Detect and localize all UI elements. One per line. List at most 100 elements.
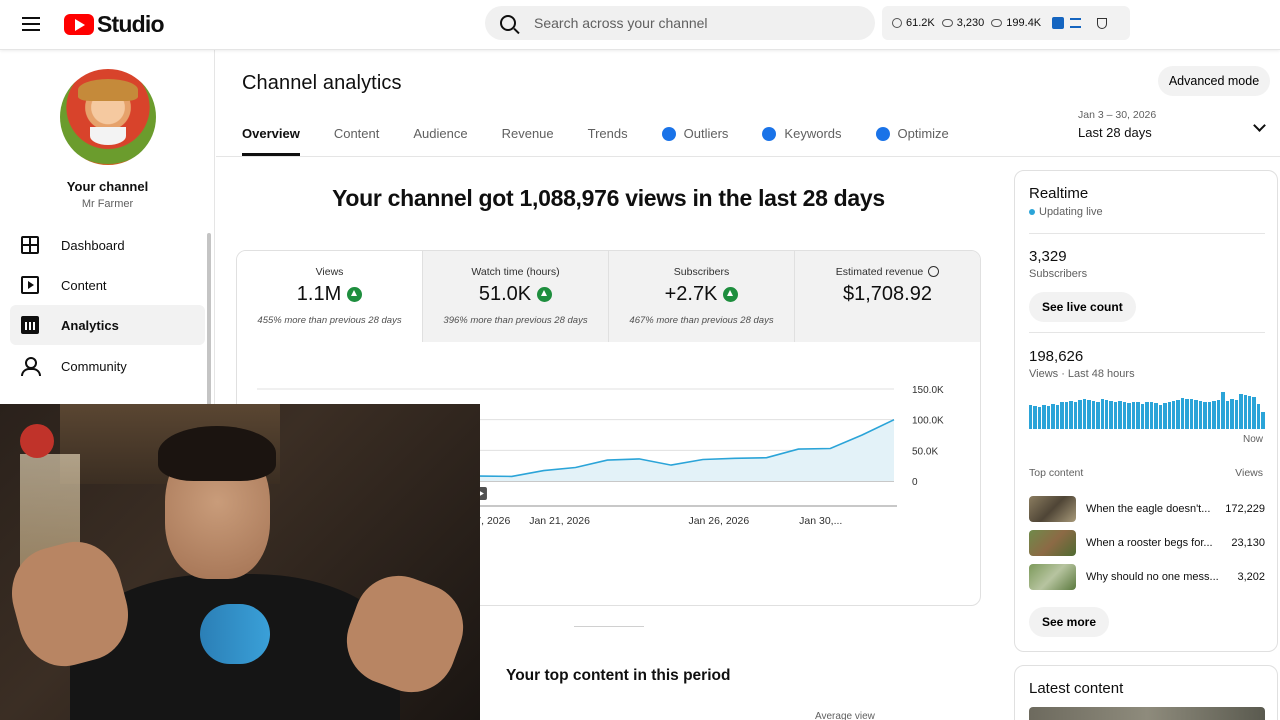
metric-revenue[interactable]: Estimated revenue $1,708.92 [794, 251, 980, 342]
top-content-label: Top content [1029, 467, 1084, 479]
tab-audience[interactable]: Audience [413, 126, 467, 156]
realtime-bar [1154, 403, 1158, 429]
top-content-row[interactable]: When a rooster begs for... 23,130 [1029, 530, 1265, 556]
tab-overview[interactable]: Overview [242, 126, 300, 156]
top-content-row[interactable]: Why should no one mess... 3,202 [1029, 564, 1265, 590]
header-divider [216, 156, 1280, 157]
realtime-bar [1064, 401, 1069, 429]
sidebar-item-community[interactable]: Community [10, 346, 205, 386]
realtime-bar [1140, 403, 1145, 429]
date-range-label: Last 28 days [1078, 125, 1152, 140]
realtime-bar [1167, 401, 1171, 429]
realtime-bar [1046, 406, 1051, 429]
average-view-header: Average view [815, 711, 875, 720]
realtime-bar [1243, 394, 1247, 429]
y-tick-label: 100.0K [912, 416, 944, 427]
sidebar-item-content[interactable]: Content [10, 265, 205, 305]
top-content-heading: Your top content in this period [506, 667, 731, 684]
latest-content-panel: Latest content [1014, 665, 1278, 720]
menu-icon[interactable] [22, 14, 42, 34]
see-live-count-button[interactable]: See live count [1029, 292, 1136, 322]
tab-content[interactable]: Content [334, 126, 380, 156]
realtime-bar [1163, 403, 1167, 429]
metric-value: +2.7K [664, 283, 718, 305]
vidiq-icon[interactable] [1052, 17, 1065, 29]
realtime-bar [1230, 398, 1234, 429]
vidiq-badge-icon [875, 127, 890, 141]
realtime-bar [1145, 402, 1149, 429]
realtime-title: Realtime [1029, 185, 1089, 202]
realtime-bar [1180, 397, 1185, 429]
clock-icon [892, 18, 902, 28]
realtime-bar [1096, 401, 1100, 429]
latest-video-thumbnail[interactable] [1029, 707, 1265, 720]
tab-optimize[interactable]: Optimize [875, 126, 949, 156]
see-more-button[interactable]: See more [1029, 607, 1110, 637]
background-red-object [20, 424, 54, 458]
stat-subs: 3,230 [956, 17, 985, 29]
realtime-views-value: 198,626 [1029, 348, 1084, 365]
tab-trends[interactable]: Trends [588, 126, 628, 156]
channel-avatar[interactable] [60, 69, 156, 165]
realtime-bar [1158, 404, 1163, 429]
extension-menu-icon[interactable] [1070, 18, 1082, 28]
search-icon [500, 15, 516, 31]
realtime-bar [1261, 411, 1265, 429]
realtime-bar [1055, 404, 1060, 429]
sidebar-item-dashboard[interactable]: Dashboard [10, 225, 205, 265]
realtime-bar [1212, 400, 1216, 429]
dashboard-icon [21, 236, 39, 254]
tab-outliers[interactable]: Outliers [661, 126, 728, 156]
content-icon [21, 276, 39, 294]
sidebar-item-label: Content [61, 277, 107, 293]
tab-keywords[interactable]: Keywords [762, 126, 842, 156]
realtime-views-label: Views · Last 48 hours [1029, 368, 1135, 380]
realtime-live-label: Updating live [1039, 206, 1103, 218]
stat-watch: 61.2K [906, 17, 935, 29]
realtime-bar [1149, 401, 1154, 429]
realtime-views-bars[interactable] [1029, 391, 1265, 429]
video-views: 172,229 [1225, 503, 1265, 515]
realtime-bar [1221, 391, 1225, 429]
y-tick-label: 0 [912, 477, 918, 488]
sidebar-item-label: Dashboard [61, 237, 125, 253]
realtime-bar [1122, 401, 1127, 429]
metric-label: Watch time (hours) [471, 266, 560, 278]
realtime-bar [1207, 401, 1212, 429]
realtime-bar [1225, 400, 1230, 429]
realtime-bar [1082, 399, 1087, 429]
metric-note: 455% more than previous 28 days [257, 315, 402, 326]
advanced-mode-button[interactable]: Advanced mode [1158, 66, 1270, 96]
trophy-icon[interactable] [1097, 17, 1108, 29]
metric-watch-time[interactable]: Watch time (hours) 51.0K 396% more than … [422, 251, 608, 342]
clock-icon [928, 266, 940, 277]
sidebar-item-label: Community [61, 358, 127, 374]
video-views: 3,202 [1237, 571, 1265, 583]
eye-icon [991, 19, 1003, 27]
analytics-icon [21, 316, 39, 334]
logo-text: Studio [97, 11, 165, 37]
x-tick-label: Jan 30,... [799, 515, 842, 527]
y-tick-label: 50.0K [912, 446, 938, 457]
realtime-bar [1189, 399, 1194, 429]
realtime-bar [1176, 400, 1180, 429]
search-input[interactable]: Search across your channel [485, 6, 875, 40]
metric-value: 1.1M [296, 283, 342, 305]
top-bar: Studio Search across your channel 61.2K … [0, 0, 1280, 50]
realtime-bar [1203, 402, 1207, 429]
metric-note: 396% more than previous 28 days [443, 315, 588, 326]
realtime-bar [1198, 400, 1203, 429]
metric-views[interactable]: Views 1.1M 455% more than previous 28 da… [237, 251, 422, 342]
sidebar-item-analytics[interactable]: Analytics [10, 305, 205, 345]
studio-logo[interactable]: Studio [64, 11, 165, 38]
top-content-row[interactable]: When the eagle doesn't... 172,229 [1029, 496, 1265, 522]
video-thumbnail [1029, 496, 1076, 522]
metric-subscribers[interactable]: Subscribers +2.7K 467% more than previou… [608, 251, 794, 342]
latest-content-title: Latest content [1029, 680, 1124, 697]
realtime-bar [1136, 402, 1140, 429]
realtime-bar [1029, 405, 1033, 429]
metric-value: 51.0K [478, 283, 532, 305]
tab-revenue[interactable]: Revenue [502, 126, 554, 156]
date-range-picker[interactable]: Jan 3 – 30, 2026 Last 28 days [1078, 109, 1268, 140]
realtime-bar [1109, 400, 1113, 429]
